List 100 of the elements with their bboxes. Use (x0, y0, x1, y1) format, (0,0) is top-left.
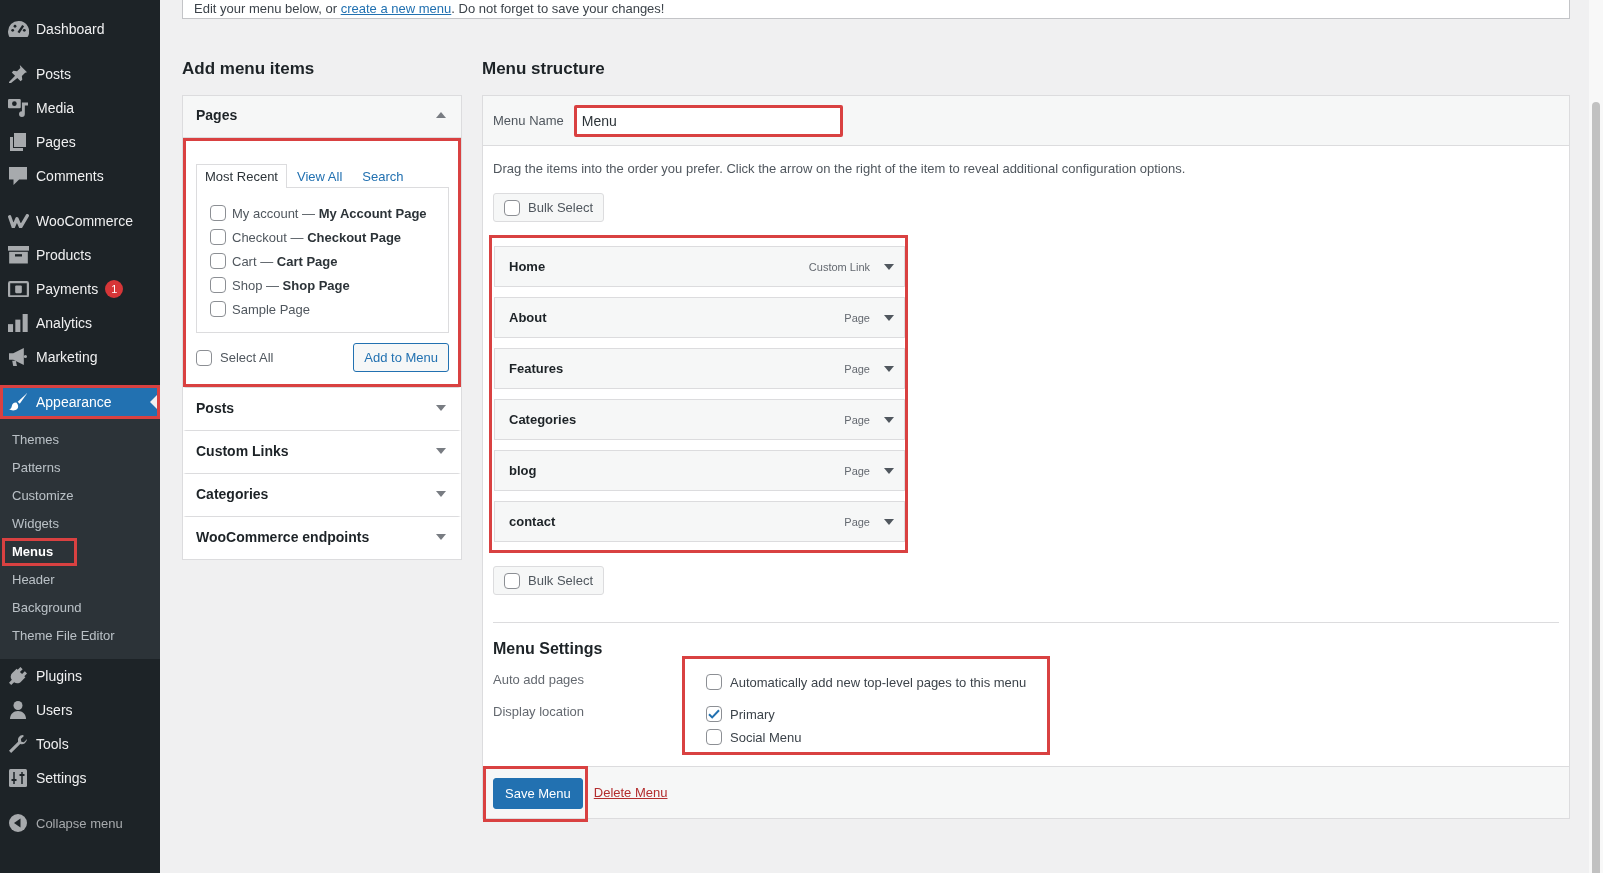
menu-item-title: About (509, 310, 548, 325)
checkbox[interactable] (706, 706, 722, 722)
submenu-item[interactable]: Theme File Editor (2, 622, 139, 650)
checkbox-label: Shop — Shop Page (232, 277, 350, 293)
sidebar-item[interactable]: Tools (0, 727, 160, 761)
bar-chart-icon (8, 314, 28, 332)
w-logo-icon (7, 213, 29, 229)
sidebar-item[interactable]: WooCommerce (0, 204, 160, 238)
collapse-menu-button[interactable]: Collapse menu (0, 806, 160, 840)
caret-down-icon[interactable] (436, 533, 446, 540)
bulk-select-button[interactable]: Bulk Select (493, 193, 605, 222)
tab[interactable]: View All (287, 164, 353, 188)
checkbox-label: Automatically add new top-level pages to this menu (730, 674, 1027, 690)
caret-down-icon[interactable] (884, 314, 894, 321)
menu-item[interactable]: About Page (494, 297, 905, 338)
sidebar-item[interactable]: Comments (0, 159, 160, 193)
submenu-item[interactable]: Customize (2, 482, 98, 510)
caret-down-icon[interactable] (884, 365, 894, 372)
speech-bubble-icon (9, 167, 27, 185)
menu-item-type: Page (844, 515, 870, 528)
checkbox[interactable] (210, 277, 226, 293)
menu-item-type: Custom Link (808, 260, 870, 273)
camera-note-icon (7, 99, 29, 117)
wrench-icon (9, 735, 27, 753)
instructions-text: Drag the items into the order you prefer. Click the arrow on the right of the item to reveal additional configuration options. (493, 160, 1187, 178)
setting-label: Auto add pages (493, 671, 586, 689)
sidebar-item[interactable]: Media (0, 91, 160, 125)
caret-down-icon[interactable] (884, 518, 894, 525)
caret-down-icon[interactable] (884, 263, 894, 270)
menu-item[interactable]: contact Page (494, 501, 905, 542)
menu-item-title: blog (509, 463, 538, 478)
notification-badge: 1 (105, 280, 124, 298)
checkbox[interactable] (210, 229, 226, 245)
caret-down-icon[interactable] (436, 490, 446, 497)
menu-item-type: Page (844, 413, 870, 426)
menu-item[interactable]: blog Page (494, 450, 905, 491)
field-label: Menu Name (493, 113, 564, 128)
section-heading: Add menu items (182, 58, 316, 80)
caret-down-icon[interactable] (436, 404, 446, 411)
checkbox[interactable] (210, 205, 226, 221)
submenu-item[interactable]: Header (2, 566, 79, 594)
delete-menu-link[interactable]: Delete Menu (593, 785, 668, 800)
sidebar-item[interactable]: Dashboard (0, 12, 160, 46)
sidebar-item[interactable]: Posts (0, 57, 160, 91)
menu-item-type: Page (844, 464, 870, 477)
menu-item[interactable]: Categories Page (494, 399, 905, 440)
menu-item-title: Home (509, 259, 547, 274)
sidebar-item[interactable]: Analytics (0, 306, 160, 340)
submenu-item[interactable]: Themes (2, 426, 83, 454)
sidebar-item[interactable]: Pages (0, 125, 160, 159)
tab[interactable]: Search (352, 164, 414, 188)
submenu-item[interactable]: Background (2, 594, 106, 622)
add-to-menu-button[interactable]: Add to Menu (353, 343, 449, 372)
bulk-select-button[interactable]: Bulk Select (493, 566, 605, 595)
checkbox[interactable] (504, 199, 520, 216)
checkbox[interactable] (706, 674, 722, 690)
menu-item-title: Features (509, 361, 565, 376)
checkbox[interactable] (210, 253, 226, 269)
sliders-icon (9, 769, 27, 787)
checkbox-label: Primary (730, 706, 775, 722)
menu-name-field[interactable]: Menu (573, 104, 843, 137)
left-arrow-circle-icon (9, 814, 27, 832)
sidebar-item[interactable]: Appearance (0, 385, 160, 419)
settings-heading: Menu Settings (493, 639, 604, 659)
accordion-header[interactable]: Pages (183, 96, 461, 137)
sidebar-item[interactable]: Plugins (0, 659, 160, 693)
menu-item-type: Page (844, 362, 870, 375)
plug-icon (9, 667, 27, 685)
menu-item[interactable]: Home Custom Link (494, 246, 905, 287)
sidebar-item[interactable]: Products (0, 238, 160, 272)
sidebar-item[interactable]: Users (0, 693, 160, 727)
caret-up-icon[interactable] (436, 112, 446, 118)
checkbox[interactable] (504, 572, 520, 589)
user-icon (10, 701, 26, 719)
megaphone-icon (9, 348, 27, 366)
checkbox[interactable] (196, 349, 212, 366)
setting-label: Display location (493, 703, 586, 721)
submenu-item[interactable]: Widgets (2, 510, 83, 538)
checkbox-label: Cart — Cart Page (232, 253, 338, 269)
scrollbar-thumb[interactable] (1592, 102, 1600, 873)
submenu-item[interactable]: Patterns (2, 454, 85, 482)
checkbox[interactable] (706, 729, 722, 745)
tab[interactable]: Most Recent (196, 164, 287, 188)
caret-down-icon[interactable] (884, 467, 894, 474)
paintbrush-icon (8, 393, 28, 411)
checkbox[interactable] (210, 301, 226, 317)
sidebar-item[interactable]: Payments 1 (0, 272, 160, 306)
sidebar-item[interactable]: Marketing (0, 340, 160, 374)
submenu-item[interactable]: Menus (2, 538, 78, 566)
pointer-icon (150, 395, 157, 409)
checkbox-label: Checkout — Checkout Page (232, 229, 402, 245)
caret-down-icon[interactable] (884, 416, 894, 423)
sidebar-item[interactable]: Settings (0, 761, 160, 795)
caret-down-icon[interactable] (436, 447, 446, 454)
banknote-icon (7, 280, 29, 298)
gauge-icon (7, 20, 29, 38)
menu-item-type: Page (844, 311, 870, 324)
checkbox-label: Sample Page (232, 301, 311, 317)
save-menu-button[interactable]: Save Menu (493, 778, 583, 809)
menu-item[interactable]: Features Page (494, 348, 905, 389)
